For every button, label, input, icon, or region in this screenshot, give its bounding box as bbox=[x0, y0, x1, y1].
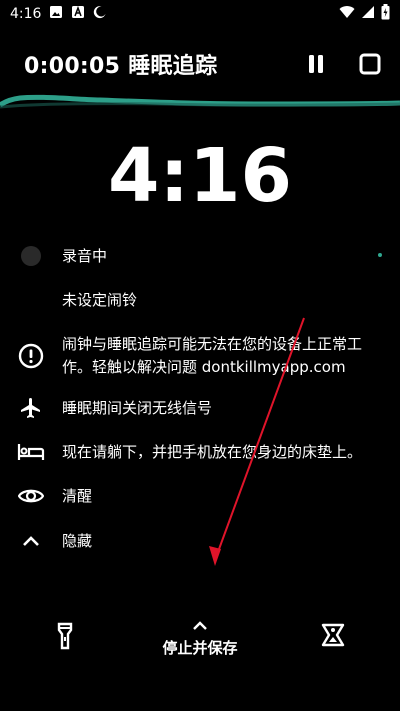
bottom-bar: 停止并保存 bbox=[0, 612, 400, 672]
airplane-icon bbox=[21, 398, 40, 418]
hide-row[interactable]: 隐藏 bbox=[0, 530, 400, 552]
bed-row[interactable]: 现在请躺下，并把手机放在您身边的床垫上。 bbox=[0, 441, 400, 463]
stop-and-save-label: 停止并保存 bbox=[162, 639, 238, 657]
pause-icon bbox=[309, 55, 323, 73]
alarm-row[interactable]: 未设定闹铃 bbox=[0, 289, 400, 311]
signal-icon bbox=[361, 5, 375, 23]
status-bar: 4:16 bbox=[0, 0, 400, 28]
airplane-text: 睡眠期间关闭无线信号 bbox=[62, 399, 213, 417]
clock-display: 4:16 bbox=[107, 133, 293, 219]
awake-row[interactable]: 清醒 bbox=[0, 485, 400, 507]
flashlight-icon bbox=[57, 622, 73, 650]
gallery-icon bbox=[49, 5, 63, 23]
warning-text: 闹钟与睡眠追踪可能无法在您的设备上正常工作。轻触以解决问题 dontkillmy… bbox=[62, 335, 363, 376]
chevron-up-icon bbox=[193, 621, 207, 630]
recording-label: 录音中 bbox=[62, 247, 108, 265]
moon-icon bbox=[93, 5, 107, 23]
flashlight-button[interactable] bbox=[56, 622, 74, 654]
stop-and-save-button[interactable]: 停止并保存 bbox=[150, 616, 250, 658]
wifi-icon bbox=[339, 5, 355, 23]
info-circle-icon bbox=[18, 343, 44, 369]
pause-button[interactable] bbox=[304, 52, 328, 76]
stop-square-icon bbox=[359, 53, 381, 75]
battery-icon bbox=[381, 4, 390, 24]
sleep-graph bbox=[0, 94, 400, 109]
lullaby-button[interactable] bbox=[320, 622, 346, 652]
airplane-row[interactable]: 睡眠期间关闭无线信号 bbox=[0, 397, 400, 419]
eye-icon bbox=[18, 489, 44, 503]
record-dot-icon bbox=[21, 246, 41, 266]
bed-text: 现在请躺下，并把手机放在您身边的床垫上。 bbox=[62, 443, 363, 461]
recording-row: 录音中 bbox=[0, 245, 400, 267]
font-a-icon bbox=[71, 5, 85, 23]
status-time: 4:16 bbox=[10, 6, 42, 22]
page-title: 0:00:05 睡眠追踪 bbox=[24, 54, 218, 79]
app-header: 0:00:05 睡眠追踪 bbox=[24, 46, 382, 82]
recording-indicator bbox=[378, 253, 382, 257]
awake-label: 清醒 bbox=[62, 487, 93, 505]
warning-row[interactable]: 闹钟与睡眠追踪可能无法在您的设备上正常工作。轻触以解决问题 dontkillmy… bbox=[0, 333, 400, 379]
bed-icon bbox=[17, 444, 45, 460]
lullaby-icon bbox=[321, 623, 345, 647]
stop-button[interactable] bbox=[358, 52, 382, 76]
hide-label: 隐藏 bbox=[62, 532, 93, 550]
alarm-label: 未设定闹铃 bbox=[62, 291, 138, 309]
chevron-up-icon bbox=[23, 536, 39, 546]
